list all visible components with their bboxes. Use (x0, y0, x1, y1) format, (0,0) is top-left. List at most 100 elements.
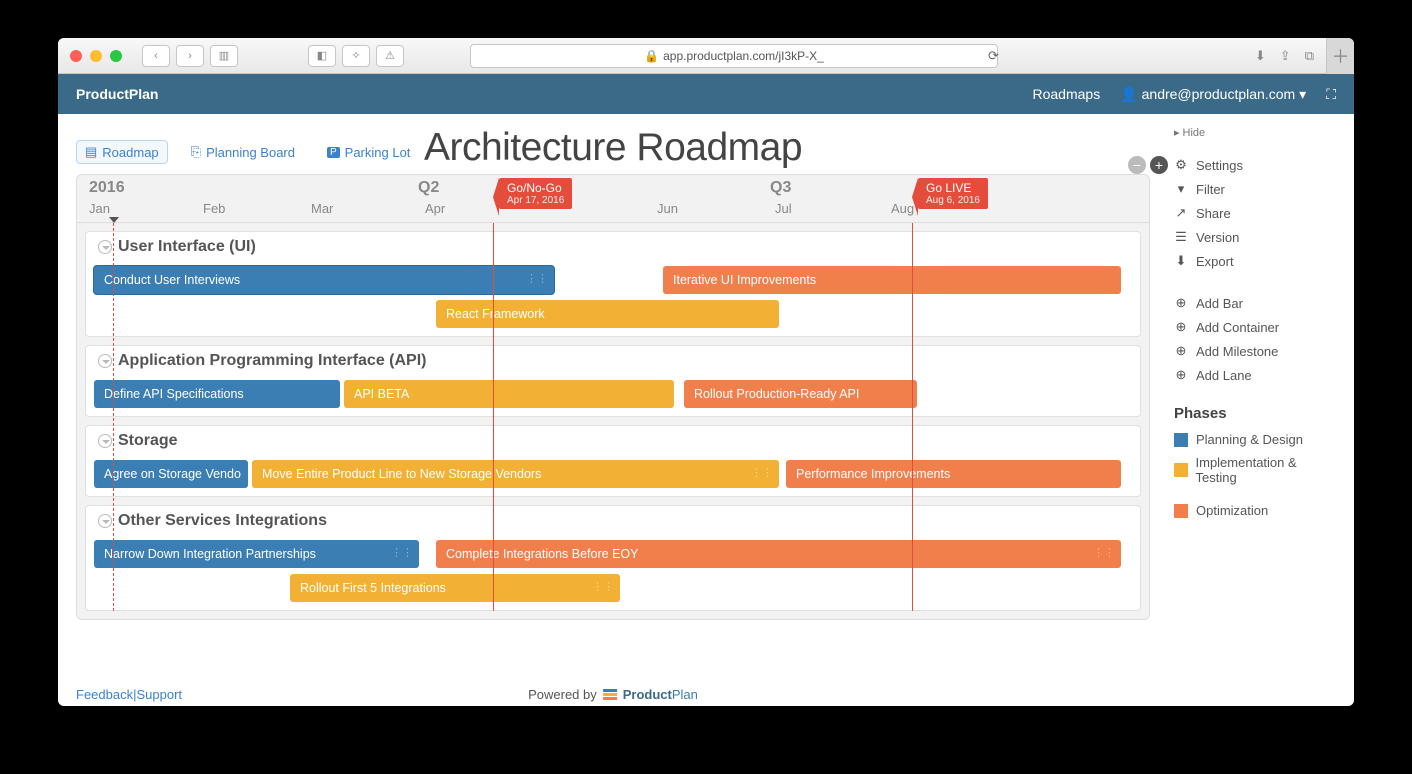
lane: Application Programming Interface (API) D… (85, 345, 1141, 417)
user-menu[interactable]: 👤 andre@productplan.com ▾ (1120, 86, 1306, 103)
add-milestone-button[interactable]: ⊕Add Milestone (1174, 339, 1336, 363)
filter-link[interactable]: ▾Filter (1174, 177, 1336, 201)
tabs-icon[interactable]: ⧉ (1305, 48, 1314, 64)
address-bar[interactable]: 🔒 app.productplan.com/jI3kP-X_ (470, 44, 998, 68)
grip-icon: ⋮⋮ (592, 580, 614, 593)
add-lane-button[interactable]: ⊕Add Lane (1174, 363, 1336, 387)
reload-icon[interactable]: ⟳ (988, 48, 999, 64)
fullscreen-button[interactable]: ⛶ (1326, 86, 1336, 103)
grip-icon: ⋮⋮ (526, 272, 548, 285)
roadmaps-link[interactable]: Roadmaps (1032, 86, 1100, 102)
pp-logo-text: ProductPlan (623, 687, 698, 702)
powered-by: Powered by ProductPlan (528, 687, 698, 702)
timeline-bar[interactable]: Move Entire Product Line to New Storage … (252, 460, 779, 488)
lane-row: Agree on Storage VendoMove Entire Produc… (86, 460, 1140, 490)
month-label: Feb (203, 201, 225, 216)
chevron-down-icon (98, 354, 112, 368)
timeline-bar[interactable]: Narrow Down Integration Partnerships⋮⋮ (94, 540, 419, 568)
lane-header[interactable]: Storage (86, 426, 1140, 456)
timeline-bar[interactable]: Define API Specifications (94, 380, 340, 408)
chevron-down-icon (98, 240, 112, 254)
share-icon: ↗ (1174, 205, 1188, 221)
milestone-flag[interactable]: Go LIVEAug 6, 2016 (918, 178, 988, 209)
share-link[interactable]: ↗Share (1174, 201, 1336, 225)
phase-implementation[interactable]: Implementation & Testing (1174, 451, 1336, 489)
phases-title: Phases (1174, 405, 1336, 422)
new-tab-button[interactable]: ＋ (1326, 38, 1354, 74)
lane-row: Define API SpecificationsAPI BETA Rollout… (86, 380, 1140, 410)
lane-row: React Framework (86, 300, 1140, 330)
minimize-icon[interactable] (90, 50, 102, 62)
timeline-bar[interactable]: Rollout First 5 Integrations⋮⋮ (290, 574, 620, 602)
share-icon[interactable]: ⇪ (1280, 48, 1291, 64)
plus-icon: ⊕ (1174, 367, 1188, 383)
timeline-bar[interactable]: Iterative UI Improvements (663, 266, 1121, 294)
timeline-bar[interactable]: Performance Improvements (786, 460, 1121, 488)
support-link[interactable]: Support (136, 687, 182, 702)
roadmap-icon: ▤ (85, 144, 97, 160)
swatch-impl (1174, 463, 1188, 477)
download-icon[interactable]: ⬇ (1255, 48, 1266, 64)
gear-icon: ⚙ (1174, 157, 1188, 173)
app-bar: ProductPlan Roadmaps 👤 andre@productplan… (58, 74, 1354, 114)
grip-icon: ⋮⋮ (1093, 546, 1115, 559)
settings-link[interactable]: ⚙Settings (1174, 153, 1336, 177)
back-button[interactable]: ‹ (142, 45, 170, 67)
version-link[interactable]: ☰Version (1174, 225, 1336, 249)
tab-planning[interactable]: ⎘Planning Board (182, 140, 304, 164)
lane-header[interactable]: Other Services Integrations (86, 506, 1140, 536)
lane-header[interactable]: User Interface (UI) (86, 232, 1140, 262)
feedback-link[interactable]: Feedback (76, 687, 133, 702)
phase-optimization[interactable]: Optimization (1174, 499, 1336, 522)
lane-title: Application Programming Interface (API) (118, 352, 426, 370)
lane-row: Conduct User Interviews⋮⋮ Iterative UI Im… (86, 266, 1140, 296)
plus-icon: ⊕ (1174, 319, 1188, 335)
maximize-icon[interactable] (110, 50, 122, 62)
zoom-in-button[interactable]: + (1150, 156, 1168, 174)
tab-roadmap[interactable]: ▤Roadmap (76, 140, 168, 164)
lane-header[interactable]: Application Programming Interface (API) (86, 346, 1140, 376)
lane-title: Other Services Integrations (118, 512, 327, 530)
ext2-button[interactable]: ✧ (342, 45, 370, 67)
ext1-button[interactable]: ◧ (308, 45, 336, 67)
main-pane: Architecture Roadmap ▤Roadmap ⎘Planning … (58, 114, 1168, 706)
close-icon[interactable] (70, 50, 82, 62)
sidebar-button[interactable]: ▥ (210, 45, 238, 67)
filter-icon: ▾ (1174, 181, 1188, 197)
export-icon: ⬇ (1174, 253, 1188, 269)
swatch-opt (1174, 504, 1188, 518)
footer: Feedback | Support Powered by ProductPla… (76, 687, 1150, 702)
grip-icon: ⋮⋮ (751, 466, 773, 479)
zoom-out-button[interactable]: − (1128, 156, 1146, 174)
month-label: Mar (311, 201, 333, 216)
tab-parking[interactable]: PParking Lot (318, 140, 419, 164)
milestone-flag[interactable]: Go/No-GoApr 17, 2016 (499, 178, 572, 209)
chevron-down-icon (98, 434, 112, 448)
timeline-bar[interactable]: React Framework (436, 300, 779, 328)
swatch-plan (1174, 433, 1188, 447)
url-text: app.productplan.com/jI3kP-X_ (663, 49, 824, 63)
month-label: Jun (657, 201, 678, 216)
timeline-bar[interactable]: Agree on Storage Vendo (94, 460, 248, 488)
hide-toggle[interactable]: ▸ Hide (1174, 126, 1336, 139)
add-bar-button[interactable]: ⊕Add Bar (1174, 291, 1336, 315)
timeline-bar[interactable]: API BETA (344, 380, 674, 408)
export-link[interactable]: ⬇Export (1174, 249, 1336, 273)
quarter-label: Q3 (770, 179, 791, 197)
phase-planning[interactable]: Planning & Design (1174, 428, 1336, 451)
grip-icon: ⋮⋮ (391, 546, 413, 559)
planning-icon: ⎘ (191, 144, 201, 160)
milestone-line (493, 223, 494, 611)
lane: User Interface (UI) Conduct User Intervie… (85, 231, 1141, 337)
add-container-button[interactable]: ⊕Add Container (1174, 315, 1336, 339)
browser-chrome: ‹ › ▥ ◧ ✧ ⚠︎ 🔒 app.productplan.com/jI3kP… (58, 38, 1354, 74)
lane-title: User Interface (UI) (118, 238, 256, 256)
lane-row: Narrow Down Integration Partnerships⋮⋮ Co… (86, 540, 1140, 570)
timeline-bar[interactable]: Rollout Production-Ready API (684, 380, 917, 408)
timeline-bar[interactable]: Conduct User Interviews⋮⋮ (94, 266, 554, 294)
warn-button[interactable]: ⚠︎ (376, 45, 404, 67)
timeline-bar[interactable]: Complete Integrations Before EOY⋮⋮ (436, 540, 1121, 568)
lane-row: Rollout First 5 Integrations⋮⋮ (86, 574, 1140, 604)
user-icon: 👤 (1120, 86, 1137, 103)
forward-button[interactable]: › (176, 45, 204, 67)
